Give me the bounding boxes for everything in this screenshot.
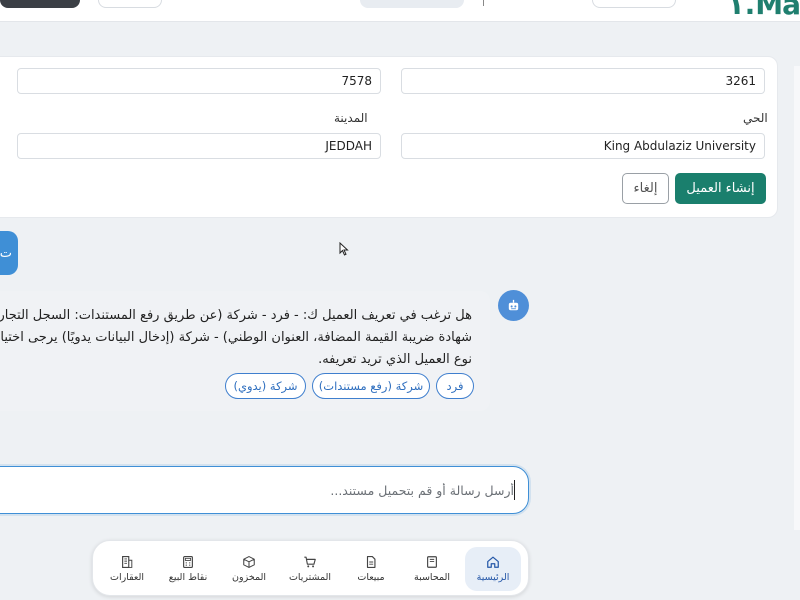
district-field[interactable]: King Abdulaziz University [401, 133, 765, 159]
document-icon [366, 556, 376, 568]
bot-avatar [498, 290, 529, 321]
nav-item-real-estate[interactable]: العقارات [99, 547, 155, 591]
option-chip-individual[interactable]: فرد [436, 373, 474, 399]
nav-item-purchases[interactable]: المشتريات [282, 547, 338, 591]
robot-icon [508, 299, 519, 311]
bot-message-line: شهادة ضريبة القيمة المضافة، العنوان الوط… [0, 330, 472, 345]
chat-message-input[interactable] [34, 479, 514, 501]
nav-label-home: الرئيسية [476, 572, 510, 583]
postal-code-field[interactable]: 3261 [401, 68, 765, 94]
calculator-icon [183, 556, 193, 568]
top-bar: ١.Ma [0, 0, 800, 22]
city-label: المدينة [334, 111, 368, 125]
district-label: الحي [743, 111, 768, 125]
nav-item-inventory[interactable]: المخزون [221, 547, 277, 591]
side-action-label: ت [0, 245, 12, 261]
top-divider-mark [483, 0, 487, 6]
box-icon [243, 556, 255, 568]
top-left-pill[interactable] [98, 0, 162, 8]
nav-label-accounting: المحاسبة [414, 572, 450, 583]
scrollbar[interactable] [794, 66, 800, 530]
nav-label-purchases: المشتريات [288, 572, 332, 583]
option-chip-company-manual[interactable]: شركة (يدوي) [225, 373, 306, 399]
top-search-pill[interactable] [360, 0, 464, 8]
home-icon [487, 556, 499, 568]
book-icon [427, 556, 437, 568]
top-right-pill[interactable] [592, 0, 676, 8]
nav-label-real-estate: العقارات [110, 572, 144, 583]
nav-item-pos[interactable]: نقاط البيع [160, 547, 216, 591]
mouse-cursor-icon [339, 242, 349, 256]
nav-item-home[interactable]: الرئيسية [465, 547, 521, 591]
text-caret [514, 480, 515, 500]
building-number-field[interactable]: 7578 [17, 68, 381, 94]
city-field[interactable]: JEDDAH [17, 133, 381, 159]
building-icon [122, 556, 133, 568]
cancel-button[interactable]: إلغاء [622, 173, 669, 204]
bottom-navigation: الرئيسية المحاسبة مبيعات المشتريات المخز… [92, 540, 529, 596]
bot-message-line: هل ترغب في تعريف العميل ك: - فرد - شركة … [0, 308, 472, 323]
side-action-button[interactable]: ت [0, 231, 18, 275]
nav-item-sales[interactable]: مبيعات [343, 547, 399, 591]
nav-label-sales: مبيعات [357, 572, 385, 583]
option-chip-company-upload[interactable]: شركة (رفع مستندات) [312, 373, 430, 399]
nav-label-pos: نقاط البيع [168, 572, 208, 583]
top-left-button[interactable] [0, 0, 80, 8]
cart-icon [304, 556, 316, 568]
app-logo: ١.Ma [727, 0, 800, 21]
create-customer-button[interactable]: إنشاء العميل [675, 173, 766, 204]
nav-item-accounting[interactable]: المحاسبة [404, 547, 460, 591]
bot-message-line: نوع العميل الذي تريد تعريفه. [318, 352, 472, 367]
nav-label-inventory: المخزون [232, 572, 266, 583]
bot-message-text: هل ترغب في تعريف العميل ك: - فرد - شركة … [0, 305, 472, 371]
chat-input-box[interactable] [0, 466, 529, 514]
